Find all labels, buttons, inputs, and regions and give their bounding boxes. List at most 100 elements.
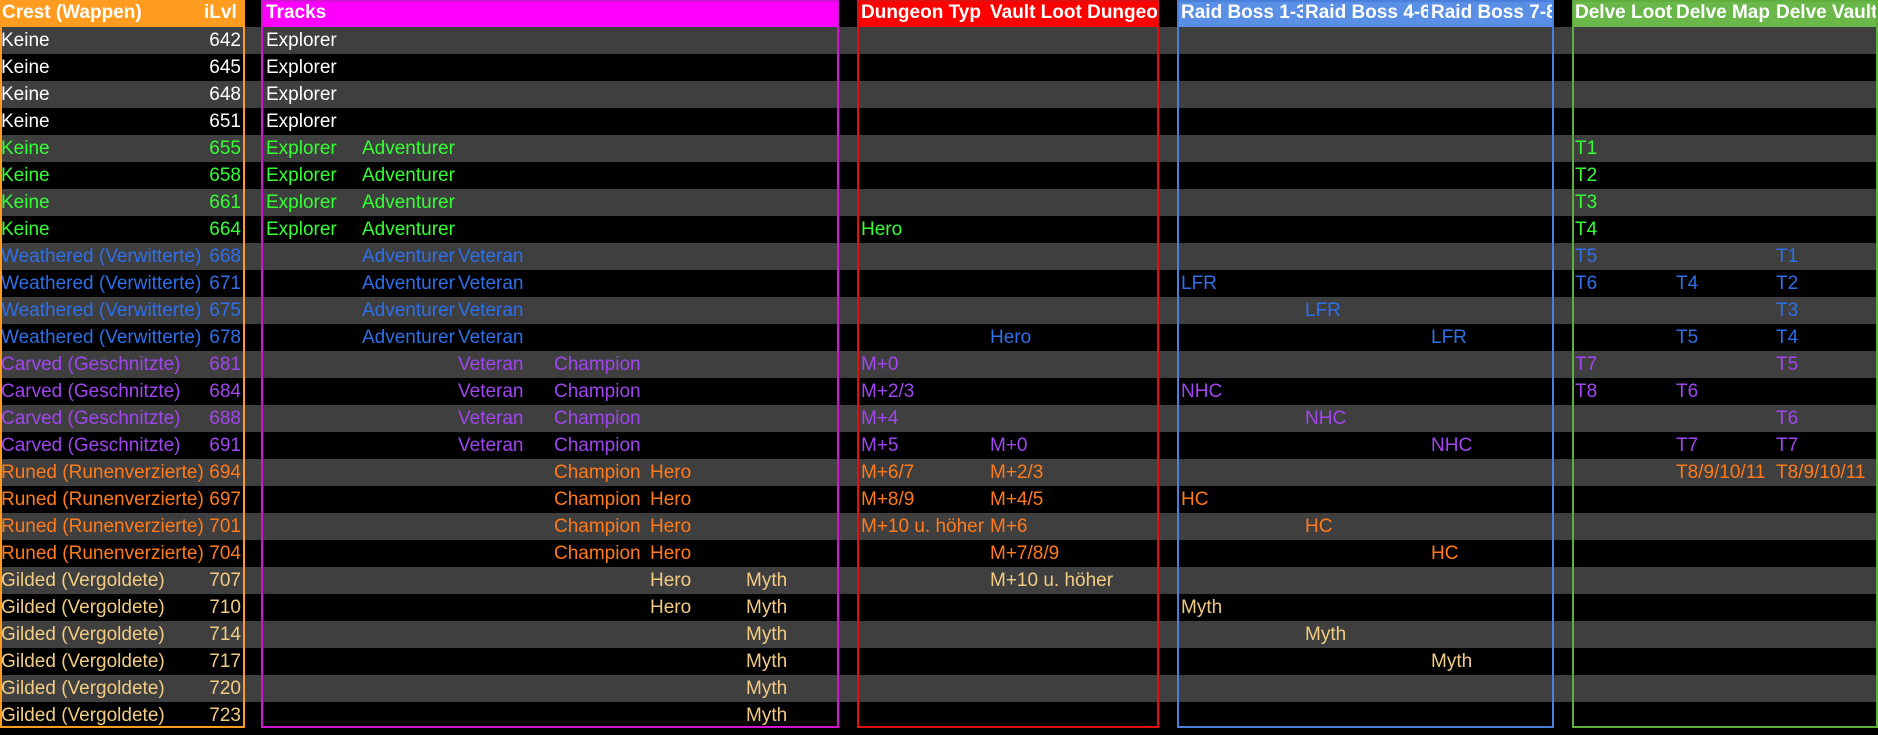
ilvl-cell: 678 <box>209 327 241 348</box>
track-myth-cell: Myth <box>746 678 788 699</box>
track-explorer-cell: Explorer <box>266 30 337 51</box>
crest-cell: Keine <box>1 111 50 132</box>
track-hero-cell: Hero <box>650 489 692 510</box>
ilvl-cell: 710 <box>209 597 241 618</box>
track-champion-cell: Champion <box>554 516 641 537</box>
track-adventurer-cell: Adventurer <box>362 300 455 321</box>
crest-cell: Keine <box>1 84 50 105</box>
delve-vault-cell: T8/9/10/11 <box>1776 462 1866 483</box>
vault-loot-dungeon-cell: M+7/8/9 <box>990 543 1060 564</box>
crest-cell: Gilded (Vergoldete) <box>1 570 165 591</box>
track-veteran-cell: Veteran <box>458 327 524 348</box>
ilvl-cell: 681 <box>209 354 241 375</box>
ilvl-cell: 645 <box>209 57 241 78</box>
crest-cell: Keine <box>1 30 50 51</box>
table-row <box>0 567 1878 594</box>
ilvl-cell: 651 <box>209 111 241 132</box>
raid-boss-7-8-cell: Myth <box>1431 651 1473 672</box>
ilvl-cell: 707 <box>209 570 241 591</box>
track-veteran-cell: Veteran <box>458 300 524 321</box>
ilvl-cell: 723 <box>209 705 241 726</box>
crest-cell: Carved (Geschnitzte) <box>1 381 181 402</box>
table-row <box>0 594 1878 621</box>
table-row <box>0 702 1878 729</box>
track-myth-cell: Myth <box>746 570 788 591</box>
crest-cell: Gilded (Vergoldete) <box>1 651 165 672</box>
header-delve-vault: Delve Vault <box>1774 0 1878 27</box>
crest-cell: Runed (Runenverzierte) <box>1 516 204 537</box>
header-raid-boss-7-8: Raid Boss 7-8 <box>1428 0 1553 27</box>
track-myth-cell: Myth <box>746 624 788 645</box>
raid-boss-4-6-cell: NHC <box>1305 408 1347 429</box>
raid-boss-1-3-cell: NHC <box>1181 381 1223 402</box>
crest-cell: Keine <box>1 192 50 213</box>
track-adventurer-cell: Adventurer <box>362 165 455 186</box>
header-raid-boss-1-3: Raid Boss 1-3 <box>1178 0 1303 27</box>
crest-cell: Carved (Geschnitzte) <box>1 408 181 429</box>
delve-loot-cell: T8 <box>1575 381 1598 402</box>
crest-cell: Gilded (Vergoldete) <box>1 597 165 618</box>
track-hero-cell: Hero <box>650 597 692 618</box>
table-row <box>0 540 1878 567</box>
track-explorer-cell: Explorer <box>266 192 337 213</box>
track-champion-cell: Champion <box>554 381 641 402</box>
table-row <box>0 675 1878 702</box>
track-explorer-cell: Explorer <box>266 111 337 132</box>
crest-cell: Gilded (Vergoldete) <box>1 678 165 699</box>
track-champion-cell: Champion <box>554 462 641 483</box>
crest-cell: Carved (Geschnitzte) <box>1 354 181 375</box>
ilvl-cell: 661 <box>209 192 241 213</box>
table-row <box>0 297 1878 324</box>
ilvl-cell: 671 <box>209 273 241 294</box>
crest-cell: Keine <box>1 165 50 186</box>
crest-cell: Runed (Runenverzierte) <box>1 489 204 510</box>
crest-cell: Weathered (Verwitterte) <box>1 273 202 294</box>
track-hero-cell: Hero <box>650 462 692 483</box>
crest-cell: Keine <box>1 57 50 78</box>
vault-loot-dungeon-cell: M+4/5 <box>990 489 1044 510</box>
ilvl-cell: 704 <box>209 543 241 564</box>
track-champion-cell: Champion <box>554 435 641 456</box>
item-level-table: Crest (Wappen) iLvl Tracks Dungeon Typ V… <box>0 0 1878 735</box>
dungeon-typ-cell: M+8/9 <box>861 489 915 510</box>
crest-cell: Weathered (Verwitterte) <box>1 246 202 267</box>
delve-vault-cell: T1 <box>1776 246 1799 267</box>
track-champion-cell: Champion <box>554 543 641 564</box>
track-champion-cell: Champion <box>554 408 641 429</box>
vault-loot-dungeon-cell: M+2/3 <box>990 462 1044 483</box>
header-delve-map: Delve Map <box>1674 0 1774 27</box>
raid-boss-1-3-cell: HC <box>1181 489 1209 510</box>
track-veteran-cell: Veteran <box>458 435 524 456</box>
header-tracks: Tracks <box>262 0 838 27</box>
delve-vault-cell: T6 <box>1776 408 1799 429</box>
crest-cell: Gilded (Vergoldete) <box>1 705 165 726</box>
crest-cell: Runed (Runenverzierte) <box>1 462 204 483</box>
crest-cell: Weathered (Verwitterte) <box>1 327 202 348</box>
ilvl-cell: 675 <box>209 300 241 321</box>
delve-loot-cell: T1 <box>1575 138 1598 159</box>
track-explorer-cell: Explorer <box>266 84 337 105</box>
delve-map-cell: T7 <box>1676 435 1699 456</box>
vault-loot-dungeon-cell: M+0 <box>990 435 1028 456</box>
raid-boss-1-3-cell: LFR <box>1181 273 1217 294</box>
header-vault-loot-dungeon: Vault Loot Dungeon <box>988 0 1158 27</box>
raid-boss-1-3-cell: Myth <box>1181 597 1223 618</box>
dungeon-typ-cell: Hero <box>861 219 903 240</box>
dungeon-typ-cell: M+5 <box>861 435 899 456</box>
track-myth-cell: Myth <box>746 651 788 672</box>
header-dungeon-typ: Dungeon Typ <box>858 0 988 27</box>
dungeon-typ-cell: M+10 u. höher <box>861 516 985 537</box>
delve-loot-cell: T2 <box>1575 165 1598 186</box>
ilvl-cell: 668 <box>209 246 241 267</box>
track-champion-cell: Champion <box>554 489 641 510</box>
track-adventurer-cell: Adventurer <box>362 273 455 294</box>
delve-loot-cell: T3 <box>1575 192 1598 213</box>
delve-loot-cell: T7 <box>1575 354 1598 375</box>
ilvl-cell: 714 <box>209 624 241 645</box>
delve-map-cell: T4 <box>1676 273 1699 294</box>
vault-loot-dungeon-cell: M+10 u. höher <box>990 570 1114 591</box>
raid-boss-7-8-cell: LFR <box>1431 327 1467 348</box>
delve-vault-cell: T2 <box>1776 273 1799 294</box>
ilvl-cell: 684 <box>209 381 241 402</box>
track-adventurer-cell: Adventurer <box>362 246 455 267</box>
